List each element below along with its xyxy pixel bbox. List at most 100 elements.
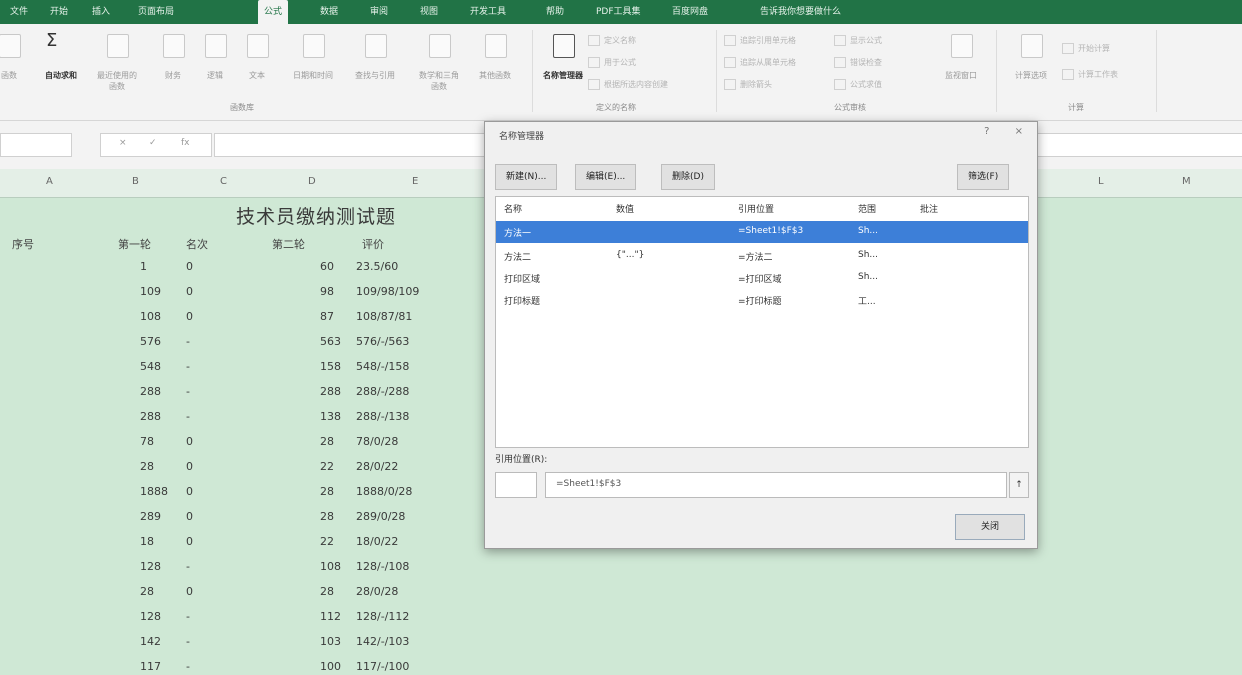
- tab-view[interactable]: 视图: [420, 3, 438, 21]
- name-box[interactable]: [0, 133, 72, 157]
- list-item[interactable]: 方法二 {"..."} =方法二 Sh...: [496, 245, 1028, 267]
- tab-baidu-netdisk[interactable]: 百度网盘: [672, 3, 708, 21]
- table-cell[interactable]: 109/98/109: [356, 285, 419, 298]
- table-cell[interactable]: 1: [140, 260, 147, 273]
- error-checking-button[interactable]: 错误检查: [834, 56, 882, 70]
- table-cell[interactable]: 289/0/28: [356, 510, 405, 523]
- header-cell[interactable]: 名次: [186, 236, 208, 252]
- table-cell[interactable]: 28: [320, 485, 334, 498]
- calculate-sheet-button[interactable]: 计算工作表: [1062, 68, 1118, 82]
- table-cell[interactable]: 576/-/563: [356, 335, 409, 348]
- tab-data[interactable]: 数据: [320, 3, 338, 21]
- help-icon[interactable]: ?: [984, 126, 989, 137]
- table-cell[interactable]: 128: [140, 610, 161, 623]
- filter-button[interactable]: 筛选(F): [957, 164, 1010, 190]
- table-cell[interactable]: 28/0/28: [356, 585, 398, 598]
- autosum-button[interactable]: Σ 自动求和: [44, 30, 78, 92]
- table-cell[interactable]: -: [186, 660, 190, 673]
- tab-help[interactable]: 帮助: [546, 3, 564, 21]
- table-cell[interactable]: 548/-/158: [356, 360, 409, 373]
- tab-home[interactable]: 开始: [50, 3, 68, 21]
- refers-to-cancel-confirm[interactable]: [495, 472, 537, 498]
- table-cell[interactable]: 112: [320, 610, 341, 623]
- header-cell[interactable]: 第二轮: [272, 236, 305, 252]
- table-cell[interactable]: 28/0/22: [356, 460, 398, 473]
- table-cell[interactable]: 289: [140, 510, 161, 523]
- table-cell[interactable]: 87: [320, 310, 334, 323]
- column-header[interactable]: M: [1182, 176, 1191, 187]
- table-cell[interactable]: 563: [320, 335, 341, 348]
- tab-developer[interactable]: 开发工具: [470, 3, 506, 21]
- table-cell[interactable]: 1888: [140, 485, 168, 498]
- table-cell[interactable]: 0: [186, 535, 193, 548]
- table-cell[interactable]: -: [186, 385, 190, 398]
- table-cell[interactable]: 0: [186, 260, 193, 273]
- column-header-value[interactable]: 数值: [616, 202, 634, 215]
- check-icon[interactable]: ✓: [149, 138, 157, 148]
- table-cell[interactable]: 18: [140, 535, 154, 548]
- table-cell[interactable]: 548: [140, 360, 161, 373]
- fx-icon[interactable]: fx: [181, 138, 190, 148]
- insert-function-button[interactable]: 函数: [0, 32, 26, 92]
- tab-file[interactable]: 文件: [10, 3, 28, 21]
- calculation-options-button[interactable]: 计算选项: [1014, 32, 1048, 92]
- table-cell[interactable]: 128/-/112: [356, 610, 409, 623]
- table-cell[interactable]: 28: [140, 585, 154, 598]
- cancel-icon[interactable]: ×: [119, 138, 127, 148]
- table-cell[interactable]: 142: [140, 635, 161, 648]
- table-cell[interactable]: -: [186, 410, 190, 423]
- table-cell[interactable]: 0: [186, 585, 193, 598]
- table-cell[interactable]: 78/0/28: [356, 435, 398, 448]
- new-name-button[interactable]: 新建(N)...: [495, 164, 558, 190]
- table-cell[interactable]: 158: [320, 360, 341, 373]
- table-cell[interactable]: -: [186, 560, 190, 573]
- name-manager-button[interactable]: 名称管理器: [543, 32, 583, 92]
- watch-window-button[interactable]: 监视窗口: [944, 32, 978, 92]
- table-cell[interactable]: 142/-/103: [356, 635, 409, 648]
- table-cell[interactable]: 78: [140, 435, 154, 448]
- table-cell[interactable]: 0: [186, 485, 193, 498]
- table-cell[interactable]: 28: [320, 435, 334, 448]
- table-cell[interactable]: -: [186, 335, 190, 348]
- collapse-dialog-icon[interactable]: ↑: [1009, 472, 1029, 498]
- column-header[interactable]: C: [220, 176, 227, 187]
- show-formulas-button[interactable]: 显示公式: [834, 34, 882, 48]
- table-cell[interactable]: 128/-/108: [356, 560, 409, 573]
- column-header[interactable]: L: [1098, 176, 1104, 187]
- column-header-comment[interactable]: 批注: [920, 202, 938, 215]
- calculate-now-button[interactable]: 开始计算: [1062, 42, 1110, 56]
- date-time-button[interactable]: 日期和时间: [293, 32, 333, 92]
- table-cell[interactable]: 108: [140, 310, 161, 323]
- table-cell[interactable]: 109: [140, 285, 161, 298]
- table-cell[interactable]: 138: [320, 410, 341, 423]
- table-cell[interactable]: 60: [320, 260, 334, 273]
- table-cell[interactable]: 288: [320, 385, 341, 398]
- column-header-name[interactable]: 名称: [504, 202, 522, 215]
- column-header-scope[interactable]: 范围: [858, 202, 876, 215]
- tab-insert[interactable]: 插入: [92, 3, 110, 21]
- table-cell[interactable]: -: [186, 610, 190, 623]
- table-cell[interactable]: 18/0/22: [356, 535, 398, 548]
- tab-page-layout[interactable]: 页面布局: [138, 3, 174, 21]
- column-header[interactable]: E: [412, 176, 418, 187]
- table-cell[interactable]: 1888/0/28: [356, 485, 412, 498]
- tell-me-search[interactable]: 告诉我你想要做什么: [760, 3, 841, 21]
- names-list[interactable]: 名称 数值 引用位置 范围 批注 方法一 =Sheet1!$F$3 Sh... …: [495, 196, 1029, 448]
- trace-precedents-button[interactable]: 追踪引用单元格: [724, 34, 796, 48]
- table-cell[interactable]: 28: [320, 585, 334, 598]
- define-name-button[interactable]: 定义名称: [588, 34, 636, 48]
- table-cell[interactable]: 117: [140, 660, 161, 673]
- table-cell[interactable]: 576: [140, 335, 161, 348]
- header-cell[interactable]: 第一轮: [118, 236, 151, 252]
- table-cell[interactable]: 288: [140, 410, 161, 423]
- table-cell[interactable]: 0: [186, 285, 193, 298]
- column-header-refers[interactable]: 引用位置: [738, 202, 774, 215]
- create-from-selection-button[interactable]: 根据所选内容创建: [588, 78, 668, 92]
- text-functions-button[interactable]: 文本: [240, 32, 274, 92]
- tab-pdf-tools[interactable]: PDF工具集: [596, 3, 641, 21]
- tab-review[interactable]: 审阅: [370, 3, 388, 21]
- table-cell[interactable]: 22: [320, 535, 334, 548]
- column-header[interactable]: B: [132, 176, 139, 187]
- column-header[interactable]: D: [308, 176, 316, 187]
- table-cell[interactable]: 23.5/60: [356, 260, 398, 273]
